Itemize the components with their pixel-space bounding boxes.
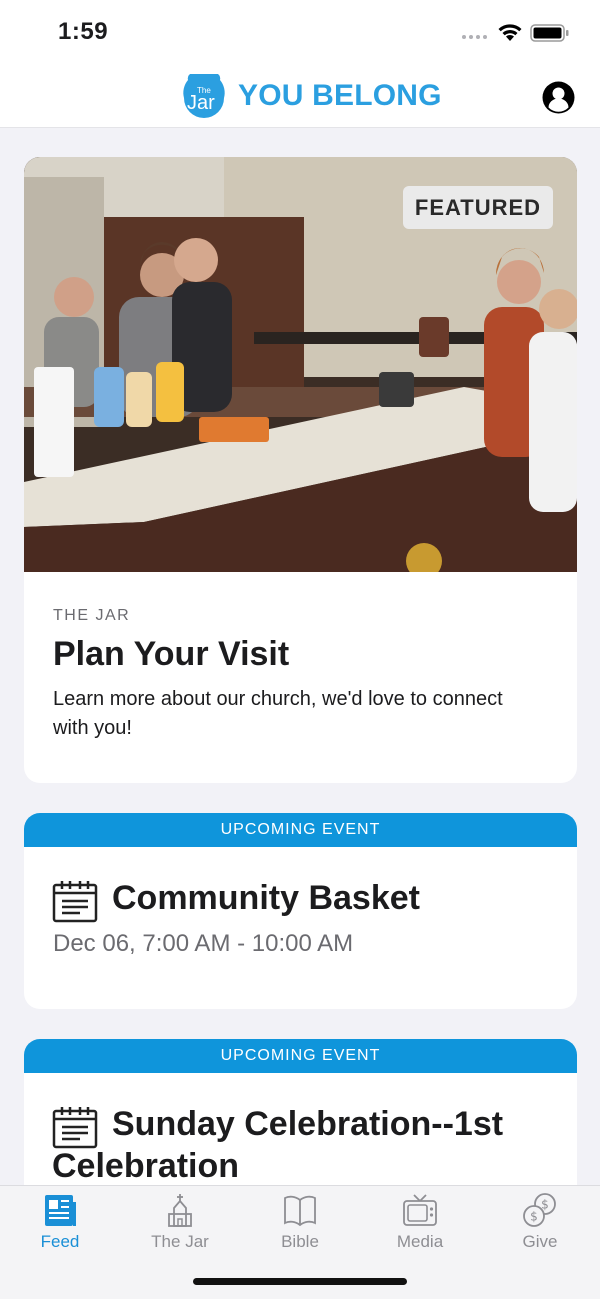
- event-banner: UPCOMING EVENT: [24, 1039, 577, 1073]
- tab-label: Give: [522, 1232, 558, 1251]
- header-title: YOU BELONG: [238, 79, 442, 112]
- signal-icon: [462, 35, 487, 39]
- svg-text:$: $: [530, 1210, 538, 1224]
- book-icon: [284, 1195, 316, 1227]
- calendar-icon: [52, 881, 98, 923]
- battery-icon: [530, 24, 569, 42]
- jar-logo-icon: The Jar: [176, 70, 232, 122]
- tab-label: The Jar: [151, 1232, 209, 1251]
- tv-icon: [403, 1194, 437, 1226]
- app-header: The Jar YOU BELONG: [0, 64, 600, 128]
- tab-the-jar[interactable]: The Jar: [120, 1192, 240, 1262]
- tab-label: Media: [396, 1232, 444, 1251]
- tab-label: Bible: [281, 1232, 319, 1251]
- tab-feed[interactable]: Feed: [0, 1192, 120, 1262]
- card-description: Learn more about our church, we'd love t…: [53, 688, 503, 739]
- coins-icon: $ $: [523, 1193, 556, 1227]
- svg-text:$: $: [541, 1198, 549, 1212]
- profile-icon[interactable]: [541, 80, 576, 115]
- card-kicker: THE JAR: [53, 607, 131, 624]
- event-banner: UPCOMING EVENT: [24, 813, 577, 847]
- event-time: Dec 06, 7:00 AM - 10:00 AM: [53, 930, 354, 957]
- tab-bible[interactable]: Bible: [240, 1192, 360, 1262]
- home-indicator: [193, 1278, 407, 1285]
- wifi-icon: [498, 24, 522, 41]
- tab-give[interactable]: $ $ Give: [480, 1192, 600, 1262]
- featured-badge: FEATURED: [403, 186, 553, 229]
- card-title: Plan Your Visit: [53, 635, 290, 673]
- event-title-continued: Celebration: [52, 1147, 240, 1185]
- status-bar: 1:59: [0, 0, 600, 64]
- tab-media[interactable]: Media: [360, 1192, 480, 1262]
- event-card[interactable]: UPCOMING EVENT Community Basket Dec 06, …: [24, 813, 577, 1009]
- church-icon: [168, 1194, 192, 1227]
- featured-photo: FEATURED: [24, 157, 577, 572]
- calendar-icon: [52, 1107, 98, 1149]
- event-title: Sunday Celebration--1st: [112, 1105, 504, 1143]
- event-title: Community Basket: [112, 879, 420, 917]
- logo-word: Jar: [187, 92, 215, 114]
- newspaper-icon: [45, 1195, 76, 1226]
- featured-card[interactable]: FEATURED THE JAR Plan Your Visit Learn m…: [24, 157, 577, 783]
- status-time: 1:59: [58, 18, 109, 45]
- tab-label: Feed: [40, 1232, 80, 1251]
- app-logo[interactable]: The Jar YOU BELONG: [176, 70, 442, 122]
